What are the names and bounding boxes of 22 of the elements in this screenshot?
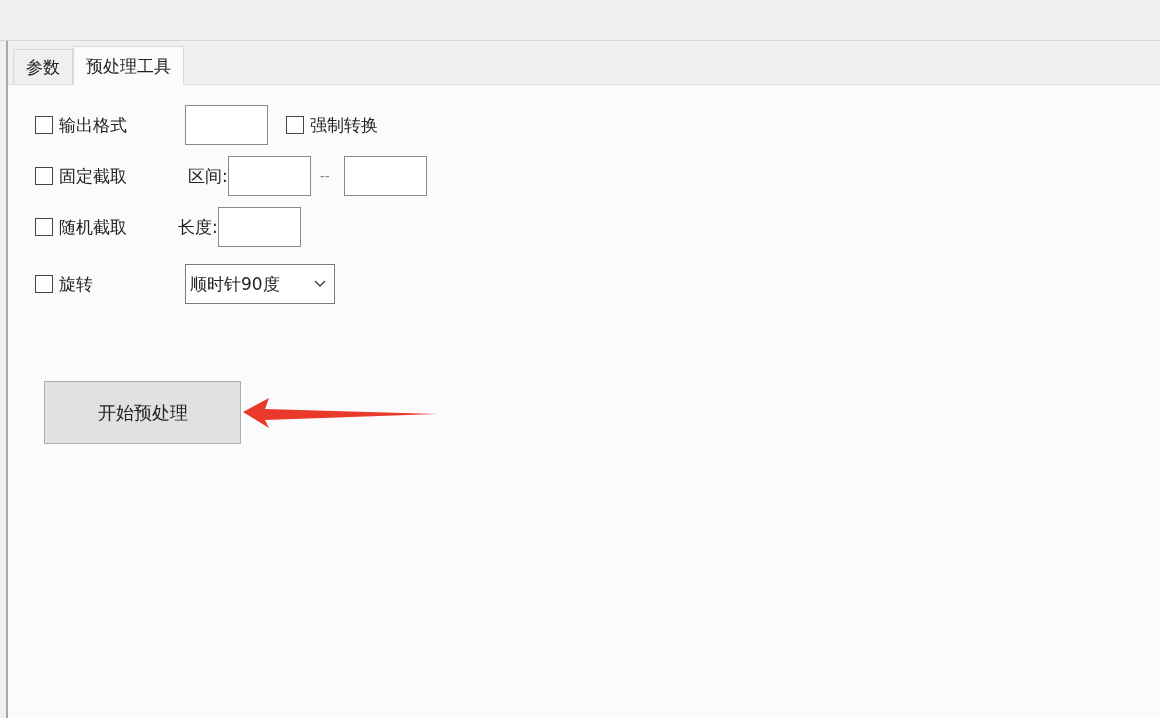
- tab[interactable]: 参数: [13, 49, 73, 84]
- input-field[interactable]: [185, 105, 268, 145]
- checkbox[interactable]: [35, 218, 53, 236]
- checkbox[interactable]: [286, 116, 304, 134]
- input-field[interactable]: [217, 207, 301, 247]
- dropdown[interactable]: 顺时针90度: [185, 264, 335, 304]
- start-button[interactable]: 开始预处理: [44, 381, 241, 444]
- checkbox-label: 随机截取: [59, 215, 127, 239]
- checkbox-label: 强制转换: [310, 113, 378, 137]
- checkbox[interactable]: [35, 275, 53, 293]
- input-field[interactable]: [343, 156, 427, 196]
- checkbox[interactable]: [35, 116, 53, 134]
- field-label: 长度:: [178, 215, 218, 239]
- checkbox[interactable]: [35, 167, 53, 185]
- checkbox-label: 固定截取: [59, 164, 127, 188]
- checkbox-label: 输出格式: [59, 113, 127, 137]
- chevron-down-icon: [314, 280, 326, 288]
- input-field[interactable]: [227, 156, 311, 196]
- field-label: 区间:: [188, 164, 228, 188]
- checkbox-label: 旋转: [59, 272, 93, 296]
- range-separator: --: [319, 168, 330, 184]
- tab[interactable]: 预处理工具: [73, 46, 184, 85]
